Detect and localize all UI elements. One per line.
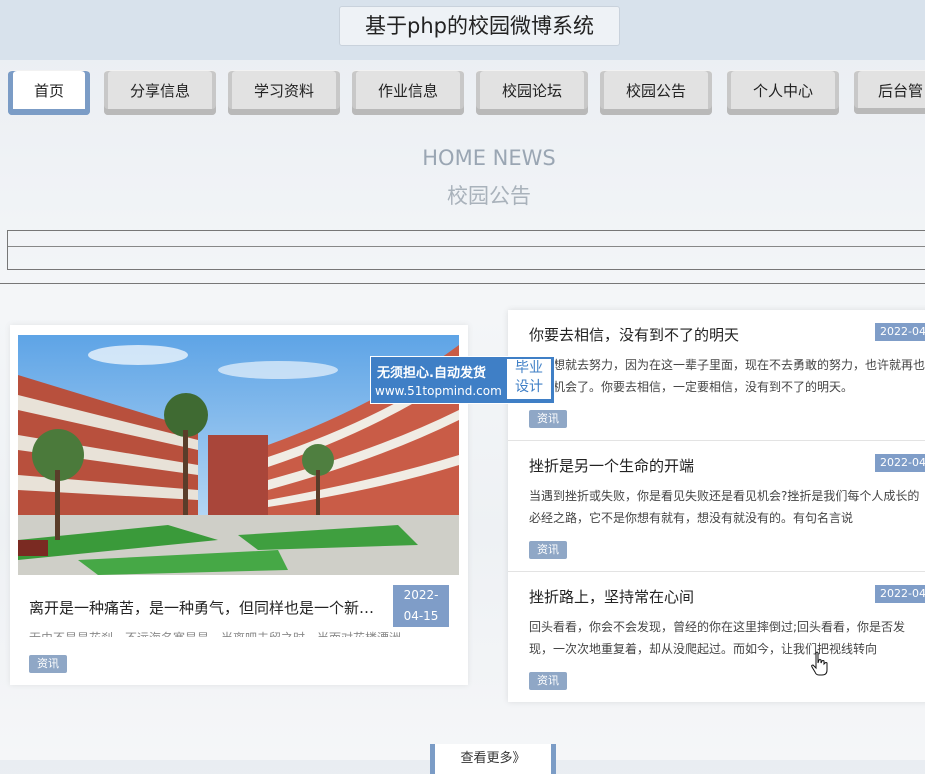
nav-item-forum[interactable]: 校园论坛 (476, 70, 588, 115)
header-bar: 基于php的校园微博系统 (0, 0, 925, 60)
watermark-banner: 无须担心.自动发货 www.51topmind.com 毕业 设计 (370, 356, 555, 404)
news-date: 2022-04 (875, 323, 925, 341)
featured-date: 2022- 04-15 (393, 585, 449, 627)
watermark-badge: 毕业 设计 (507, 359, 551, 399)
news-tag[interactable]: 资讯 (529, 672, 567, 690)
nav-item-homework[interactable]: 作业信息 (352, 70, 464, 115)
featured-date-day: 04-15 (403, 609, 439, 623)
news-tag[interactable]: 资讯 (529, 541, 567, 559)
nav-item-notice[interactable]: 校园公告 (600, 70, 712, 115)
section-title-en: HOME NEWS (422, 146, 556, 170)
news-date: 2022-04 (875, 585, 925, 603)
news-excerpt: 当遇到挫折或失败，你是看见失败还是看见机会?挫折是我们每个人成长的必经之路，它不… (529, 489, 920, 525)
nav-item-admin[interactable]: 后台管 (854, 70, 925, 114)
news-title[interactable]: 挫折是另一个生命的开端 (529, 455, 694, 476)
list-item[interactable]: 挫折路上，坚持常在心间 2022-04 回头看看，你会不会发现，曾经的你在这里摔… (508, 572, 925, 702)
news-tag[interactable]: 资讯 (529, 410, 567, 428)
watermark-url: www.51topmind.com (375, 384, 502, 398)
list-item[interactable]: 你要去相信，没有到不了的明天 2022-04 有梦想就去努力，因为在这一辈子里面… (508, 310, 925, 441)
news-excerpt: 回头看看，你会不会发现，曾经的你在这里摔倒过;回头看看，你是否发现，一次次地重复… (529, 620, 906, 656)
news-list: 你要去相信，没有到不了的明天 2022-04 有梦想就去努力，因为在这一辈子里面… (508, 310, 925, 702)
watermark-slogan: 无须担心.自动发货 (377, 366, 486, 381)
news-title[interactable]: 你要去相信，没有到不了的明天 (529, 324, 739, 345)
list-item[interactable]: 挫折是另一个生命的开端 2022-04 当遇到挫折或失败，你是看见失败还是看见机… (508, 441, 925, 572)
nav-item-study[interactable]: 学习资料 (228, 70, 340, 115)
main-nav: 首页 分享信息 学习资料 作业信息 校园论坛 校园公告 个人中心 后台管 (0, 68, 925, 120)
watermark-badge-bottom: 设计 (515, 379, 543, 395)
hand-cursor-icon (811, 651, 828, 676)
news-title[interactable]: 挫折路上，坚持常在心间 (529, 586, 694, 607)
empty-input-box[interactable] (7, 230, 925, 270)
nav-item-share[interactable]: 分享信息 (104, 70, 216, 115)
site-title: 基于php的校园微博系统 (339, 6, 620, 46)
watermark-badge-top: 毕业 (515, 360, 543, 376)
featured-tag[interactable]: 资讯 (29, 655, 67, 673)
view-more-button[interactable]: 查看更多》 (430, 744, 556, 774)
section-title-cn: 校园公告 (447, 184, 531, 208)
divider (0, 283, 925, 284)
nav-item-profile[interactable]: 个人中心 (727, 70, 839, 115)
featured-date-year: 2022- (403, 588, 439, 602)
featured-excerpt: 无由不是是花刹，不远海名塞是是，当离吧去留之时，当而对花楼漂洲 (29, 627, 449, 637)
nav-item-home[interactable]: 首页 (8, 70, 90, 115)
news-excerpt: 有梦想就去努力，因为在这一辈子里面，现在不去勇敢的努力，也许就再也没有机会了。你… (529, 358, 925, 394)
news-date: 2022-04 (875, 454, 925, 472)
featured-title[interactable]: 离开是一种痛苦，是一种勇气，但同样也是一个新的开始 (29, 597, 383, 618)
